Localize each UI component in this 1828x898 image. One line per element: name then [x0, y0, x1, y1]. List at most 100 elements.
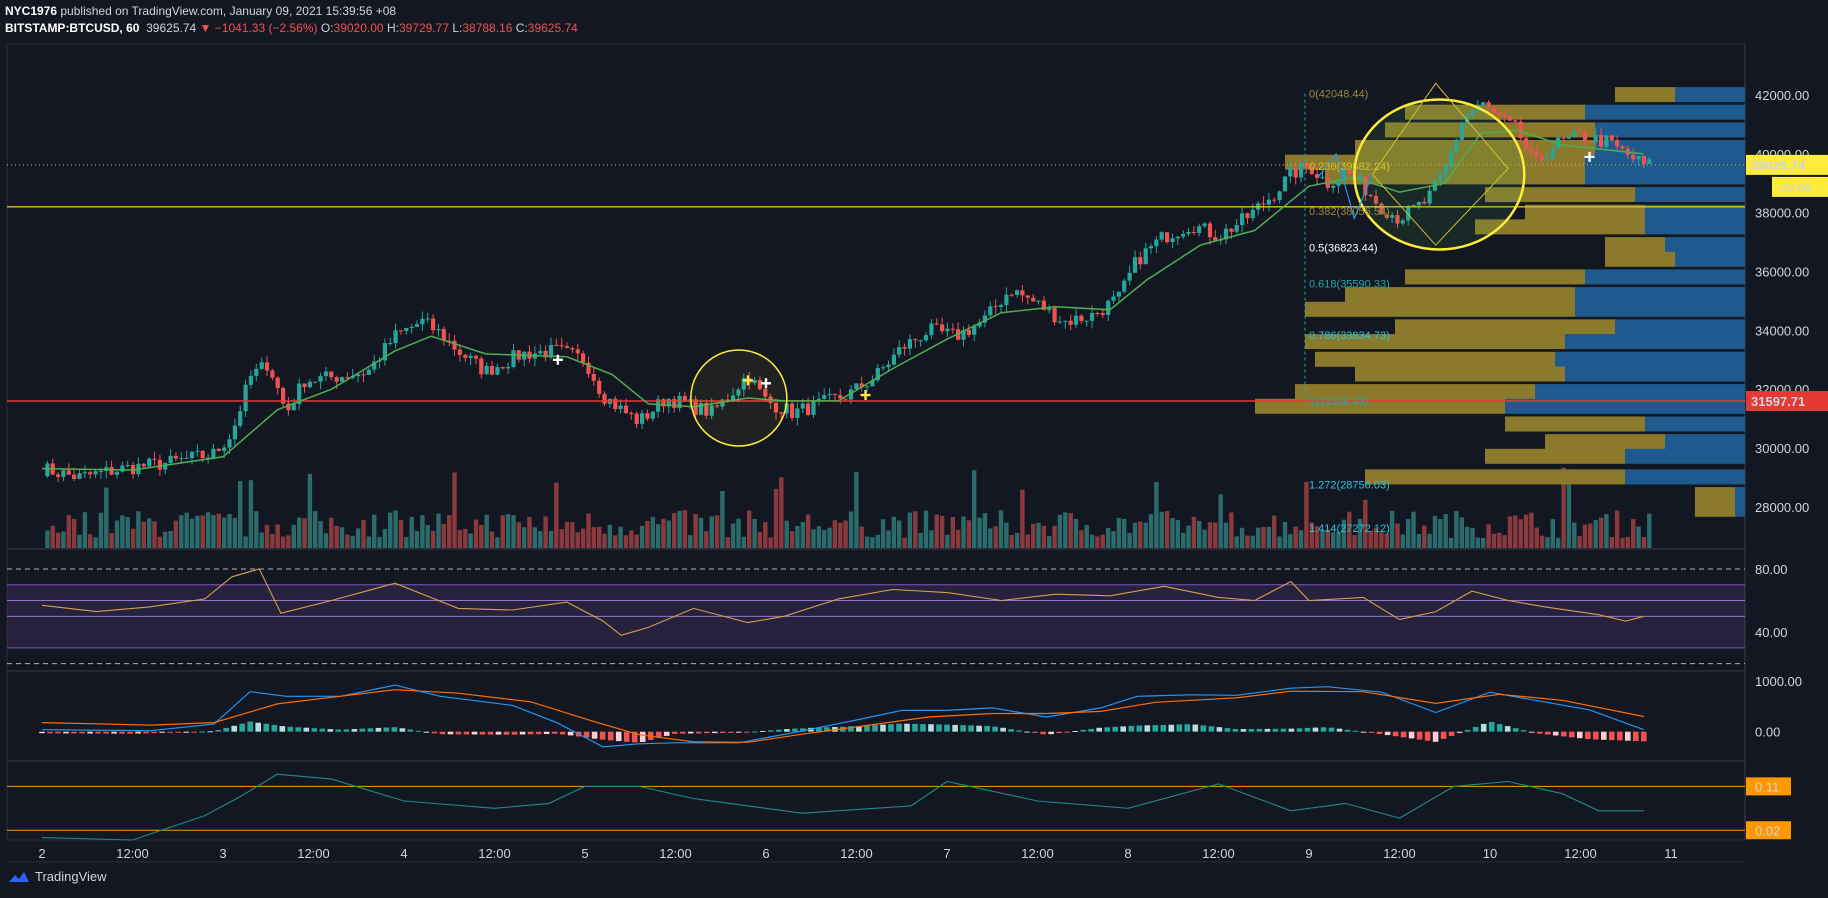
volume-profile-right — [1555, 351, 1745, 367]
volume-bar — [1454, 511, 1459, 548]
candle-body — [318, 376, 323, 382]
candle-body — [1561, 137, 1566, 139]
macd-histogram-bar — [1144, 725, 1151, 732]
volume-bar — [1427, 533, 1432, 548]
macd-histogram-bar — [391, 727, 398, 732]
volume-bar — [404, 537, 409, 548]
time-tick-3: 12:00 — [297, 846, 330, 861]
candle-body — [1577, 131, 1582, 133]
candle-body — [184, 458, 189, 459]
candle-body — [361, 374, 366, 376]
volume-bar — [1234, 536, 1239, 548]
candle-body — [1143, 248, 1148, 265]
candle-body — [1015, 290, 1020, 295]
volume-bar — [747, 510, 752, 548]
macd-histogram-bar — [679, 731, 686, 734]
volume-bar — [1132, 522, 1138, 548]
macd-histogram-bar — [1617, 731, 1623, 741]
brand-label[interactable]: TradingView — [35, 869, 107, 884]
volume-bar — [1014, 532, 1020, 548]
macd-histogram-bar — [928, 724, 934, 732]
candle-body — [881, 367, 886, 369]
volume-bar — [222, 517, 227, 548]
volume-bar — [918, 532, 923, 548]
macd-histogram-bar — [1136, 725, 1143, 732]
candle-body — [1197, 226, 1202, 234]
volume-bar — [666, 520, 671, 548]
candle-body — [1604, 135, 1609, 147]
macd-histogram-bar — [1264, 728, 1271, 732]
time-tick-15: 12:00 — [1383, 846, 1416, 861]
volume-bar — [527, 517, 532, 548]
volume-bar — [1170, 518, 1175, 548]
candle-body — [1491, 107, 1496, 113]
chart-canvas[interactable]: 0(42048.44) 0.236(39582.24) 0.382(38056.54… — [0, 0, 1828, 898]
volume-bar — [125, 517, 130, 548]
macd-histogram-bar — [527, 731, 534, 735]
candle-body — [1084, 320, 1089, 322]
macd-histogram-bar — [103, 731, 109, 734]
candle-body — [806, 403, 811, 415]
volume-bar — [1556, 537, 1561, 548]
candle-body — [500, 367, 505, 369]
candle-body — [414, 324, 420, 327]
volume-bar — [484, 514, 489, 548]
candle-body — [1127, 272, 1132, 281]
macd-histogram-bar — [1056, 731, 1062, 734]
candle-body — [618, 405, 623, 409]
volume-bar — [1491, 533, 1497, 548]
volume-profile-right — [1565, 366, 1745, 382]
volume-bar — [597, 526, 602, 548]
candle-body — [865, 386, 870, 388]
candle-body — [602, 393, 607, 404]
volume-bar — [639, 525, 645, 548]
volume-bar — [800, 522, 805, 548]
candle-body — [61, 470, 66, 477]
volume-bar — [1534, 527, 1539, 548]
volume-bar — [977, 517, 982, 548]
volume-bar — [98, 512, 104, 548]
macd-histogram-bar — [1352, 730, 1359, 732]
candle-body — [800, 403, 805, 409]
macd-histogram-bar — [551, 731, 558, 734]
time-tick-10: 7 — [943, 846, 950, 861]
volume-profile-right — [1575, 301, 1745, 317]
macd-histogram-bar — [327, 729, 334, 732]
candle-body — [168, 455, 173, 463]
macd-histogram-bar — [183, 731, 189, 733]
volume-bar — [682, 510, 688, 548]
volume-bar — [1545, 537, 1550, 548]
candle-body — [827, 393, 832, 396]
macd-histogram-bar — [1536, 731, 1543, 734]
candle-body — [1234, 225, 1239, 232]
macd-histogram-bar — [255, 722, 261, 732]
volume-bar — [1261, 527, 1266, 548]
macd-histogram-bar — [447, 731, 454, 735]
candle-body — [634, 413, 639, 424]
volume-bar — [248, 480, 254, 548]
macd-histogram-bar — [1296, 728, 1303, 732]
macd-histogram-bar — [1280, 728, 1287, 732]
volume-bar — [543, 516, 548, 548]
macd-histogram-bar — [1120, 726, 1126, 732]
volume-bar — [672, 513, 677, 548]
volume-bar — [1470, 527, 1475, 548]
volume-bar — [88, 534, 93, 548]
candle-body — [420, 318, 425, 325]
candle-body — [259, 362, 264, 369]
candle-body — [404, 328, 409, 331]
macd-histogram-bar — [1064, 731, 1070, 733]
volume-bar — [570, 522, 575, 548]
macd-histogram-bar — [615, 731, 622, 742]
candle-body — [1609, 135, 1614, 141]
macd-histogram-bar — [1000, 727, 1006, 732]
volume-bar — [929, 530, 934, 548]
volume-bar — [227, 514, 232, 548]
candle-body — [1486, 102, 1491, 108]
candle-body — [629, 413, 634, 414]
volume-bar — [1448, 537, 1454, 548]
macd-histogram-bar — [591, 731, 598, 739]
macd-histogram-bar — [1424, 731, 1431, 741]
volume-bar — [591, 527, 596, 548]
volume-bar — [377, 536, 382, 548]
